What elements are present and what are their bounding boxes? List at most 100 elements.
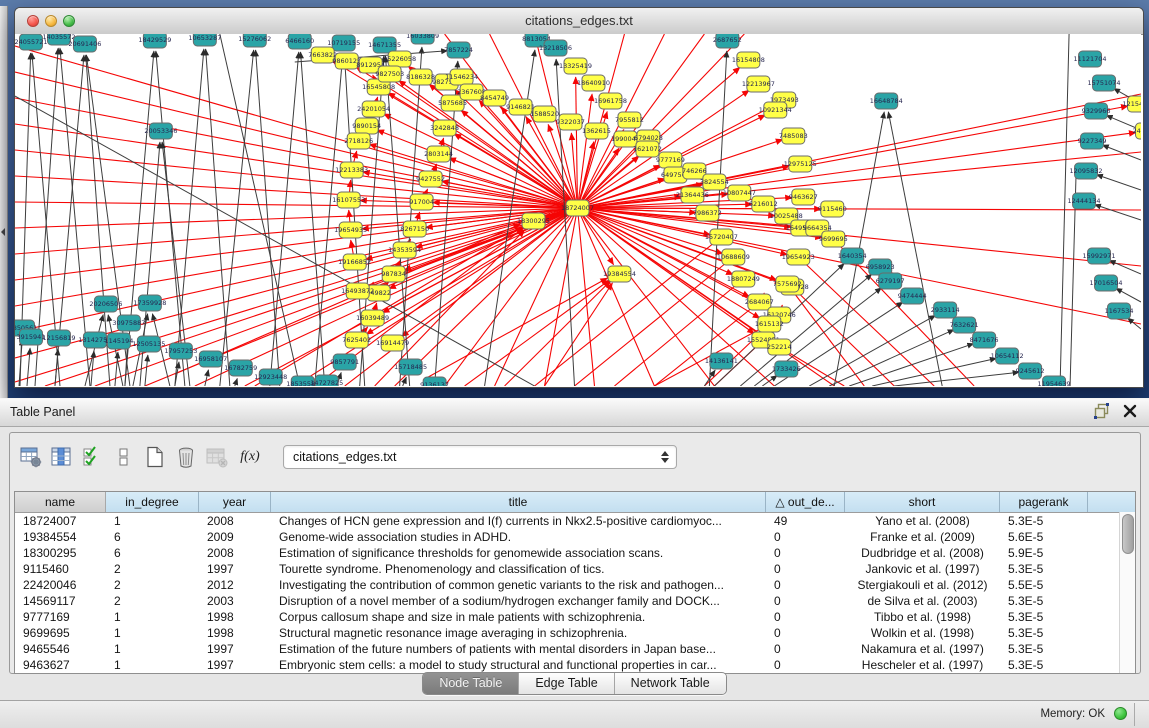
graph-node[interactable]: 18300295 <box>517 213 550 229</box>
graph-node[interactable]: 9322037 <box>556 114 585 130</box>
graph-node[interactable]: 15718485 <box>394 359 427 375</box>
table-scrollbar-thumb[interactable] <box>1122 514 1134 554</box>
table-row[interactable]: 1938455462009Genome-wide association stu… <box>15 529 1135 545</box>
collapse-arrow-icon[interactable] <box>1 228 5 236</box>
table-cell[interactable]: 2008 <box>199 513 271 529</box>
table-cell[interactable]: 0 <box>766 529 845 545</box>
graph-node[interactable]: 1145194 <box>104 333 133 349</box>
table-cell[interactable]: 1997 <box>199 561 271 577</box>
graph-node[interactable]: 1362615 <box>582 123 611 139</box>
table-cell[interactable]: 5.3E-5 <box>1000 513 1088 529</box>
graph-node[interactable]: 6279197 <box>876 273 905 289</box>
graph-node[interactable]: 12095832 <box>1070 163 1103 179</box>
column-header-outde[interactable]: △ out_de... <box>766 492 845 512</box>
table-cell[interactable]: Tourette syndrome. Phenomenology and cla… <box>271 561 766 577</box>
table-row[interactable]: 1872400712008Changes of HCN gene express… <box>15 513 1135 529</box>
graph-node[interactable]: 9245612 <box>1016 363 1045 379</box>
graph-node[interactable]: 16033809 <box>406 34 439 44</box>
table-cell[interactable]: 1 <box>106 609 199 625</box>
table-row[interactable]: 2242004622012Investigating the contribut… <box>15 577 1135 593</box>
graph-node[interactable]: 21364436 <box>676 187 709 203</box>
graph-node[interactable]: 1615132 <box>755 316 784 332</box>
table-cell[interactable]: 9699695 <box>15 625 106 641</box>
graph-node[interactable]: 16039489 <box>356 310 389 326</box>
delete-table-button[interactable] <box>204 445 229 470</box>
table-cell[interactable]: 6 <box>106 529 199 545</box>
graph-node[interactable]: 25226058 <box>383 51 416 67</box>
graph-node[interactable]: 9857791 <box>330 354 359 370</box>
graph-node[interactable]: 30975887 <box>112 315 145 331</box>
graph-node[interactable]: 6466160 <box>285 34 314 49</box>
left-panel-gutter[interactable] <box>0 6 8 398</box>
table-cell[interactable]: Tibbo et al. (1998) <box>845 609 1000 625</box>
graph-node[interactable]: 10807447 <box>723 185 756 201</box>
table-scrollbar[interactable] <box>1119 512 1135 673</box>
show-columns-button[interactable] <box>80 445 105 470</box>
graph-node[interactable]: 7485083 <box>779 128 808 144</box>
graph-node[interactable]: 12213967 <box>742 76 775 92</box>
function-builder-button[interactable]: f(x) <box>235 445 265 470</box>
table-cell[interactable]: Franke et al. (2009) <box>845 529 1000 545</box>
graph-node[interactable]: 10653287 <box>188 34 221 46</box>
table-cell[interactable]: Nakamura et al. (1997) <box>845 641 1000 657</box>
graph-node[interactable]: 2933114 <box>931 302 960 318</box>
table-row[interactable]: 946554611997Estimation of the future num… <box>15 641 1135 657</box>
table-row[interactable]: 977716911998Corpus callosum shape and si… <box>15 609 1135 625</box>
float-panel-icon[interactable] <box>1094 403 1110 424</box>
graph-node[interactable]: 9827503 <box>375 66 404 82</box>
graph-node[interactable]: 1621072 <box>633 141 662 157</box>
table-cell[interactable]: 5.6E-5 <box>1000 529 1088 545</box>
table-cell[interactable]: 0 <box>766 593 845 609</box>
graph-node[interactable]: 11121704 <box>1074 51 1107 67</box>
graph-node[interactable]: 15751074 <box>1088 75 1121 91</box>
table-mode-button[interactable] <box>18 445 43 470</box>
tab-node-table[interactable]: Node Table <box>423 673 519 694</box>
graph-node[interactable]: 17359928 <box>133 295 166 311</box>
table-row[interactable]: 946362711997Embryonic stem cells: a mode… <box>15 657 1135 673</box>
graph-node[interactable]: 16782759 <box>224 360 257 376</box>
graph-node[interactable]: 20691406 <box>68 36 101 52</box>
graph-node[interactable]: 15276062 <box>238 34 271 47</box>
graph-node[interactable]: 17016504 <box>1090 275 1123 291</box>
table-cell[interactable]: 1998 <box>199 625 271 641</box>
graph-node[interactable]: 9329966 <box>1082 103 1111 119</box>
graph-node[interactable]: 16961758 <box>594 93 627 109</box>
table-cell[interactable]: 1 <box>106 625 199 641</box>
graph-node[interactable]: 7632621 <box>950 317 979 333</box>
table-cell[interactable]: 5.9E-5 <box>1000 545 1088 561</box>
table-cell[interactable]: 0 <box>766 657 845 673</box>
hide-columns-button[interactable] <box>111 445 136 470</box>
table-row[interactable]: 1830029562008Estimation of significance … <box>15 545 1135 561</box>
table-cell[interactable]: 18724007 <box>15 513 106 529</box>
graph-node[interactable]: 15992971 <box>1083 248 1116 264</box>
table-cell[interactable]: 1998 <box>199 609 271 625</box>
graph-node[interactable]: 2718126 <box>344 133 373 149</box>
table-cell[interactable]: 2009 <box>199 529 271 545</box>
table-cell[interactable]: Embryonic stem cells: a model to study s… <box>271 657 766 673</box>
graph-node[interactable]: 19654923 <box>782 249 815 265</box>
table-cell[interactable]: Wolkin et al. (1998) <box>845 625 1000 641</box>
table-cell[interactable]: 0 <box>766 561 845 577</box>
network-window[interactable]: citations_edges.txt 18724007183002951938… <box>14 7 1144 388</box>
network-canvas[interactable]: 1872400718300295193845542405572114035572… <box>15 34 1141 386</box>
table-cell[interactable]: 2003 <box>199 593 271 609</box>
table-cell[interactable]: 0 <box>766 609 845 625</box>
table-cell[interactable]: Jankovic et al. (1997) <box>845 561 1000 577</box>
graph-node[interactable]: 7955812 <box>615 112 644 128</box>
table-cell[interactable]: 49 <box>766 513 845 529</box>
graph-node[interactable]: 12975125 <box>784 156 817 172</box>
table-cell[interactable]: 5.3E-5 <box>1000 561 1088 577</box>
table-cell[interactable]: 9115460 <box>15 561 106 577</box>
graph-node[interactable]: 7986372 <box>693 205 722 221</box>
graph-node[interactable]: 18807249 <box>727 271 760 287</box>
table-cell[interactable]: 2 <box>106 593 199 609</box>
table-cell[interactable]: 6 <box>106 545 199 561</box>
tab-edge-table[interactable]: Edge Table <box>519 673 614 694</box>
graph-node[interactable]: 1167534 <box>1105 303 1134 319</box>
table-cell[interactable]: Corpus callosum shape and size in male p… <box>271 609 766 625</box>
table-cell[interactable]: 5.3E-5 <box>1000 625 1088 641</box>
table-cell[interactable]: de Silva et al. (2003) <box>845 593 1000 609</box>
table-cell[interactable]: Investigating the contribution of common… <box>271 577 766 593</box>
graph-node[interactable]: 917004 <box>409 194 434 210</box>
table-cell[interactable]: Changes of HCN gene expression and I(f) … <box>271 513 766 529</box>
